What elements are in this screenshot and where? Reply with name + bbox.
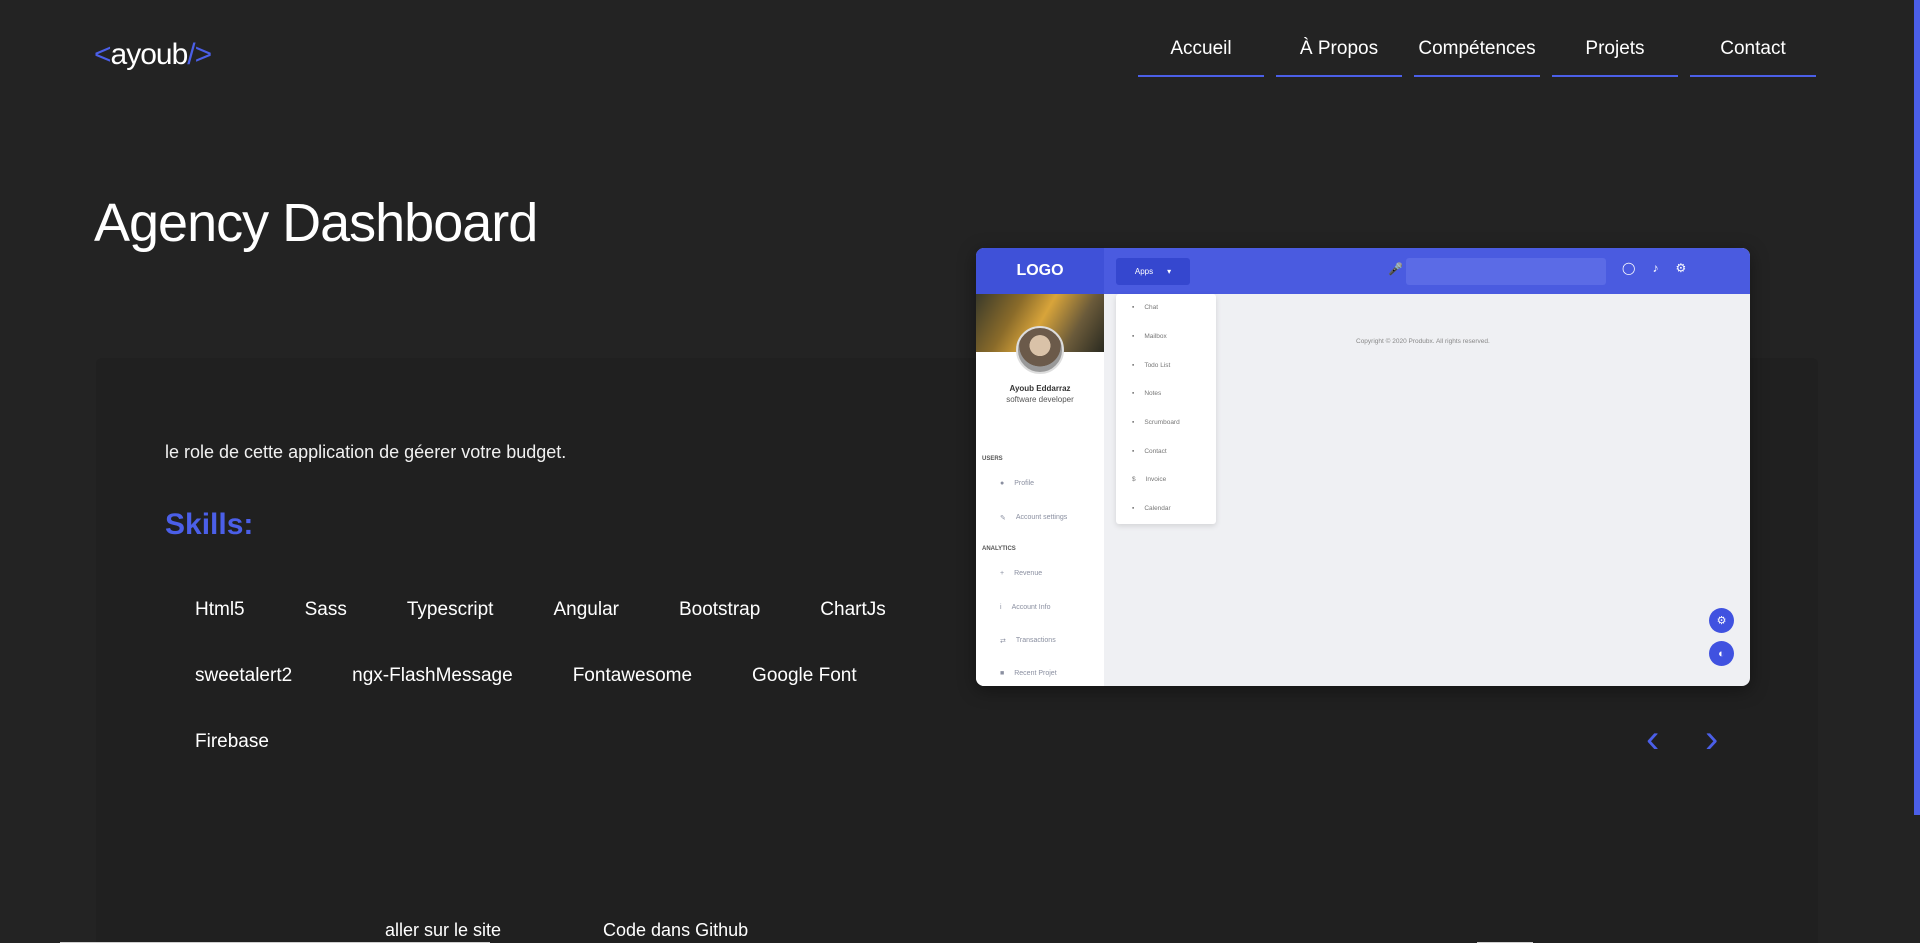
- contact-icon: ▪: [1132, 448, 1135, 455]
- nav-a-propos[interactable]: À Propos: [1276, 38, 1402, 77]
- chat-icon: ◯: [1622, 261, 1636, 275]
- file-icon: ▪: [1132, 419, 1135, 426]
- skill-item: ChartJs: [820, 599, 886, 620]
- preview-side-item: ✎ Account settings: [1000, 514, 1067, 522]
- preview-sidebar: Ayoub Eddarraz software developer USERS …: [976, 294, 1104, 686]
- skill-item: Angular: [553, 599, 619, 620]
- skill-item: Html5: [195, 599, 245, 620]
- nav-projets[interactable]: Projets: [1552, 38, 1678, 77]
- preview-menu-item: ▪ Notes: [1132, 390, 1161, 397]
- preview-menu-item-label: Notes: [1144, 390, 1162, 397]
- preview-side-item-label: Transactions: [1015, 637, 1056, 644]
- project-title: Agency Dashboard: [94, 193, 538, 253]
- github-link[interactable]: Code dans Github: [603, 920, 748, 941]
- preview-side-item-label: Account Info: [1011, 604, 1051, 611]
- preview-side-item: ● Profile: [1000, 480, 1034, 487]
- chat-icon: ▪: [1132, 304, 1135, 311]
- chevron-left-icon: ‹: [1646, 717, 1660, 761]
- chevron-down-icon: ▾: [1167, 267, 1172, 276]
- preview-side-item-label: Profile: [1014, 480, 1035, 487]
- logo-bracket-left: <: [94, 38, 112, 71]
- preview-copyright: Copyright © 2020 Produbx. All rights res…: [1356, 338, 1490, 345]
- preview-settings-fab: ⚙: [1709, 608, 1734, 633]
- preview-menu-item-label: Scrumboard: [1144, 419, 1180, 426]
- preview-logo: LOGO: [976, 248, 1104, 294]
- microphone-icon: 🎤: [1388, 262, 1403, 276]
- project-screenshot: LOGO Apps ▾ 🎤 ◯ ♪ ⚙ Ayoub Eddarraz softw…: [976, 248, 1750, 686]
- preview-menu-item-label: Chat: [1144, 304, 1159, 311]
- preview-menu-item-label: Calendar: [1144, 505, 1171, 512]
- preview-menu-item: ▪ Contact: [1132, 448, 1167, 455]
- carousel-prev-button[interactable]: ‹: [1646, 719, 1659, 759]
- contrast-icon: ◐: [1718, 647, 1725, 660]
- preview-apps-button: Apps ▾: [1116, 258, 1190, 285]
- preview-menu-item: ▪ Mailbox: [1132, 333, 1167, 340]
- preview-menu-item: ▪ Todo List: [1132, 362, 1170, 369]
- gear-icon: ⚙: [1716, 615, 1727, 627]
- nav-contact[interactable]: Contact: [1690, 38, 1816, 77]
- project-links: aller sur le site Code dans Github: [0, 918, 1920, 943]
- preview-side-item-label: Account settings: [1015, 514, 1068, 521]
- nav-accueil[interactable]: Accueil: [1138, 38, 1264, 77]
- visit-site-link[interactable]: aller sur le site: [385, 920, 501, 941]
- preview-side-item-label: Recent Projet: [1014, 670, 1057, 677]
- skill-item: ngx-FlashMessage: [352, 665, 513, 686]
- skill-item: sweetalert2: [195, 665, 293, 686]
- skill-item: Sass: [304, 599, 347, 620]
- avatar: [1016, 326, 1064, 374]
- preview-menu-item: ▪ Chat: [1132, 304, 1158, 311]
- preview-apps-menu: ▪ Chat ▪ Mailbox ▪ Todo List ▪ Notes ▪ Scrumb…: [1116, 294, 1216, 524]
- preview-apps-label: Apps: [1134, 267, 1154, 276]
- exchange-icon: ⇄: [1000, 638, 1006, 645]
- skill-item: Firebase: [195, 731, 269, 752]
- skill-item: Bootstrap: [678, 599, 761, 620]
- skill-item: Fontawesome: [572, 665, 693, 686]
- project-description: le role de cette application de géerer v…: [165, 442, 567, 462]
- preview-side-item: ■ Recent Projet: [1000, 670, 1057, 677]
- preview-side-item: i Account Info: [1000, 604, 1050, 611]
- site-logo[interactable]: <ayoub/>: [94, 38, 212, 72]
- user-icon: ●: [1000, 480, 1005, 487]
- carousel-next-button[interactable]: ›: [1705, 719, 1718, 759]
- preview-user-name: Ayoub Eddarraz: [1009, 384, 1071, 393]
- chevron-right-icon: ›: [1705, 717, 1719, 761]
- logo-name: ayoub: [110, 38, 189, 71]
- preview-menu-item: ▪ Calendar: [1132, 505, 1171, 512]
- preview-menu-item-label: Contact: [1144, 448, 1167, 455]
- gear-icon: ⚙: [1675, 261, 1687, 275]
- skills-list: Html5 Sass Typescript Angular Bootstrap …: [165, 600, 925, 752]
- briefcase-icon: ■: [1000, 670, 1005, 677]
- preview-search-box: [1406, 258, 1606, 285]
- notes-icon: ▪: [1132, 390, 1135, 397]
- calendar-icon: ▪: [1132, 505, 1135, 512]
- preview-section-analytics: ANALYTICS: [982, 546, 1016, 552]
- preview-side-item: + Revenue: [1000, 570, 1042, 577]
- edit-icon: ✎: [1000, 515, 1006, 522]
- preview-top-icons: ◯ ♪ ⚙: [1622, 261, 1686, 275]
- skill-item: Typescript: [406, 599, 494, 620]
- preview-menu-item-label: Todo List: [1144, 362, 1171, 369]
- bell-icon: ♪: [1652, 261, 1659, 275]
- logo-bracket-right: />: [187, 38, 212, 71]
- preview-side-item: ⇄ Transactions: [1000, 637, 1056, 645]
- preview-user-role: software developer: [1006, 395, 1074, 404]
- list-icon: ▪: [1132, 362, 1135, 369]
- info-icon: i: [1000, 604, 1002, 611]
- preview-side-item-label: Revenue: [1014, 570, 1043, 577]
- page-scrollbar[interactable]: [1914, 0, 1920, 815]
- preview-menu-item: ▪ Scrumboard: [1132, 419, 1180, 426]
- preview-menu-item-label: Mailbox: [1144, 333, 1167, 340]
- nav-competences[interactable]: Compétences: [1414, 38, 1540, 77]
- skill-item: Google Font: [752, 665, 857, 686]
- preview-menu-item-label: Invoice: [1145, 476, 1167, 483]
- skills-heading: Skills:: [165, 508, 254, 541]
- preview-menu-item: $ Invoice: [1132, 476, 1166, 483]
- mail-icon: ▪: [1132, 333, 1135, 340]
- main-nav: Accueil À Propos Compétences Projets Con…: [1138, 38, 1816, 77]
- dollar-icon: $: [1132, 476, 1136, 483]
- preview-section-users: USERS: [982, 456, 1003, 462]
- plus-icon: +: [1000, 570, 1005, 577]
- preview-theme-fab: ◐: [1709, 641, 1734, 666]
